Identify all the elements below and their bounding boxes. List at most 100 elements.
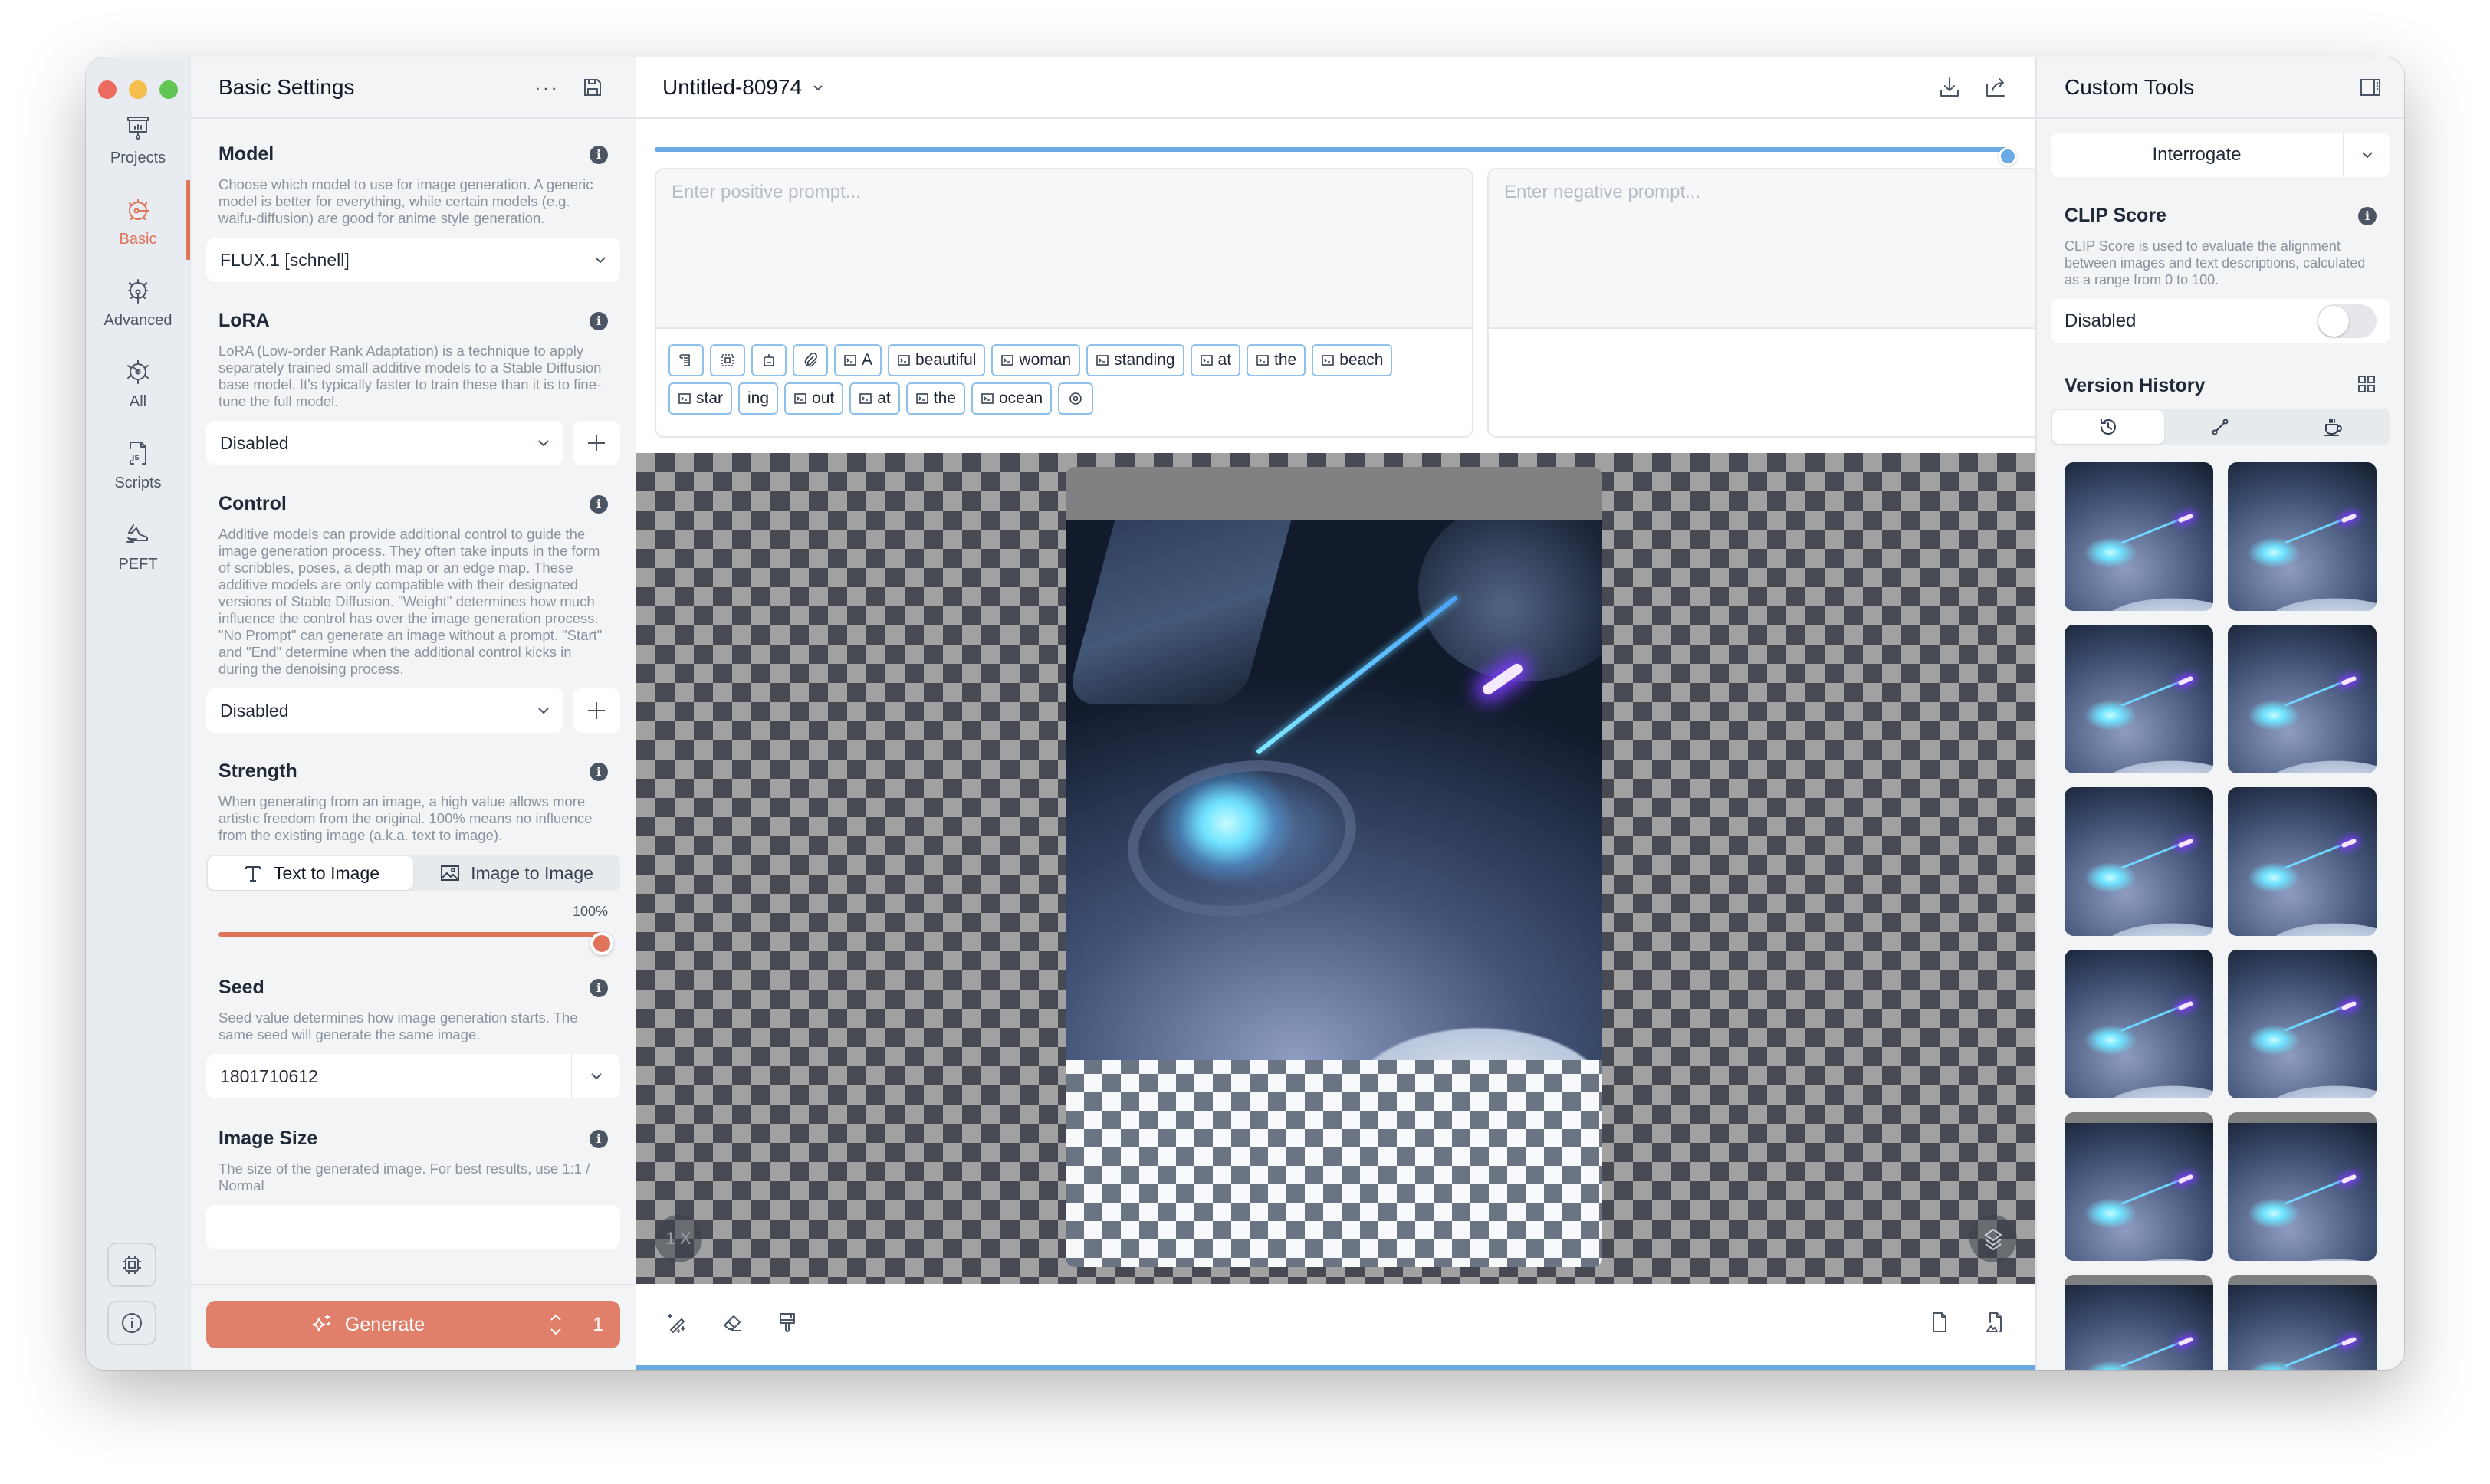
close-window-button[interactable] [98, 80, 117, 99]
share-button[interactable] [1979, 71, 2012, 104]
artboard[interactable] [1066, 467, 1602, 1267]
section-description: CLIP Score is used to evaluate the align… [2065, 238, 2366, 287]
slider-thumb[interactable] [590, 932, 613, 955]
info-icon[interactable]: i [590, 1129, 608, 1148]
save-button[interactable] [577, 72, 608, 103]
prompt-token-chip[interactable]: out [784, 382, 844, 415]
info-icon[interactable]: i [590, 494, 608, 514]
magic-wand-button[interactable] [659, 1305, 695, 1340]
generate-main[interactable]: Generate [206, 1301, 527, 1348]
lora-select[interactable]: Disabled [206, 421, 563, 465]
panel-title: Basic Settings [218, 75, 355, 99]
prompt-select-chip[interactable] [710, 344, 745, 376]
app-window: Projects Basic Advanced All JS Scripts P… [86, 57, 2404, 1370]
info-icon[interactable]: i [2358, 206, 2377, 225]
new-from-image-button[interactable] [1977, 1305, 2012, 1340]
prompt-token-chip[interactable]: woman [991, 344, 1081, 376]
document-title[interactable]: Untitled-80974 [662, 75, 802, 100]
clip-score-toggle[interactable] [2317, 304, 2377, 338]
hardware-button[interactable] [107, 1243, 156, 1287]
grid-view-button[interactable] [2357, 374, 2377, 398]
version-thumbnail[interactable] [2065, 625, 2213, 773]
toggle-sidebar-button[interactable] [2355, 72, 2386, 103]
prompt-token-chip[interactable]: ing [738, 382, 779, 415]
about-button[interactable] [107, 1301, 156, 1345]
prompt-token-chip[interactable]: at [1190, 344, 1241, 376]
model-select[interactable]: FLUX.1 [schnell] [206, 238, 620, 282]
strength-slider[interactable] [218, 921, 613, 955]
rail-item-projects[interactable]: Projects [86, 113, 190, 167]
batch-count-stepper[interactable]: 1 [527, 1301, 620, 1348]
image-size-select[interactable] [206, 1205, 620, 1249]
download-button[interactable] [1933, 71, 1966, 104]
prompt-token-chip[interactable]: standing [1086, 344, 1184, 376]
image-to-image-tab[interactable]: Image to Image [413, 856, 619, 890]
prompt-token-chip[interactable]: the [905, 382, 965, 415]
prompt-token-chip[interactable]: ocean [971, 382, 1053, 415]
version-thumbnail[interactable] [2065, 1112, 2213, 1261]
interrogate-button[interactable]: Interrogate [2051, 133, 2343, 177]
prompt-token-chip[interactable]: at [849, 382, 900, 415]
rail-item-all[interactable]: All [86, 356, 190, 411]
version-thumbnail[interactable] [2228, 787, 2377, 936]
prompt-token-chip[interactable]: beach [1312, 344, 1393, 376]
version-thumbnail[interactable] [2065, 1275, 2213, 1370]
seed-value[interactable]: 1801710612 [206, 1066, 571, 1087]
prompt-token-chip[interactable]: the [1247, 344, 1306, 376]
info-icon[interactable]: i [590, 311, 608, 330]
generation-progress[interactable] [655, 140, 2017, 166]
chevron-down-icon[interactable] [811, 80, 825, 94]
prompt-token-chip[interactable]: beautiful [888, 344, 986, 376]
ellipsis-icon[interactable]: ··· [531, 72, 562, 103]
add-lora-button[interactable] [573, 421, 620, 465]
eraser-button[interactable] [714, 1305, 750, 1340]
settings-scroll[interactable]: Model i Choose which model to use for im… [191, 120, 636, 1284]
prompt-target-chip[interactable] [1058, 382, 1094, 415]
interrogate-split-button: Interrogate [2051, 133, 2390, 177]
info-icon[interactable]: i [590, 145, 608, 164]
prompt-script-chip[interactable] [668, 344, 704, 376]
target-icon [1069, 392, 1082, 405]
version-thumbnail[interactable] [2228, 462, 2377, 611]
prompt-robot-chip[interactable] [751, 344, 787, 376]
version-thumbnail[interactable] [2228, 625, 2377, 773]
coffee-tab[interactable] [2277, 410, 2389, 444]
add-control-button[interactable] [573, 688, 620, 733]
settings-header: Basic Settings ··· [191, 57, 636, 119]
history-tab[interactable] [2052, 410, 2165, 444]
generated-image[interactable] [1066, 520, 1602, 1060]
rail-item-scripts[interactable]: JS Scripts [86, 438, 190, 492]
positive-prompt-input[interactable]: Enter positive prompt... [656, 169, 1472, 329]
rail-item-advanced[interactable]: Advanced [86, 275, 190, 330]
version-thumbnail[interactable] [2228, 950, 2377, 1098]
settings-panel: Basic Settings ··· Model i Choose which … [190, 57, 636, 1370]
zoom-window-button[interactable] [159, 80, 178, 99]
image-canvas[interactable]: 1 X [636, 453, 2035, 1284]
text-to-image-tab[interactable]: Text to Image [208, 856, 413, 890]
version-thumbnail[interactable] [2065, 787, 2213, 936]
version-thumbnail[interactable] [2065, 950, 2213, 1098]
rail-item-basic[interactable]: Basic [86, 194, 190, 248]
layers-button[interactable] [1969, 1215, 2017, 1262]
prompt-attach-chip[interactable] [793, 344, 828, 376]
version-thumbnail[interactable] [2228, 1112, 2377, 1261]
seed-options-button[interactable] [571, 1054, 620, 1098]
token-text: A [862, 351, 873, 369]
path-tab[interactable] [2164, 410, 2276, 444]
rail-item-peft[interactable]: PEFT [86, 519, 190, 573]
version-thumbnail[interactable] [2065, 462, 2213, 611]
prompt-token-chip[interactable]: star [668, 382, 733, 415]
seed-field[interactable]: 1801710612 [206, 1054, 620, 1098]
info-icon[interactable]: i [590, 978, 608, 997]
interrogate-options-button[interactable] [2343, 133, 2390, 177]
minimize-window-button[interactable] [129, 80, 147, 99]
zoom-level-button[interactable]: 1 X [655, 1215, 702, 1262]
version-thumbnail[interactable] [2228, 1275, 2377, 1370]
info-icon[interactable]: i [590, 762, 608, 781]
generate-button[interactable]: Generate 1 [206, 1301, 620, 1348]
new-blank-button[interactable] [1922, 1305, 1957, 1340]
control-select[interactable]: Disabled [206, 688, 563, 733]
paint-brush-button[interactable] [770, 1305, 805, 1340]
progress-thumb[interactable] [1999, 147, 2017, 166]
prompt-token-chip[interactable]: A [834, 344, 882, 376]
